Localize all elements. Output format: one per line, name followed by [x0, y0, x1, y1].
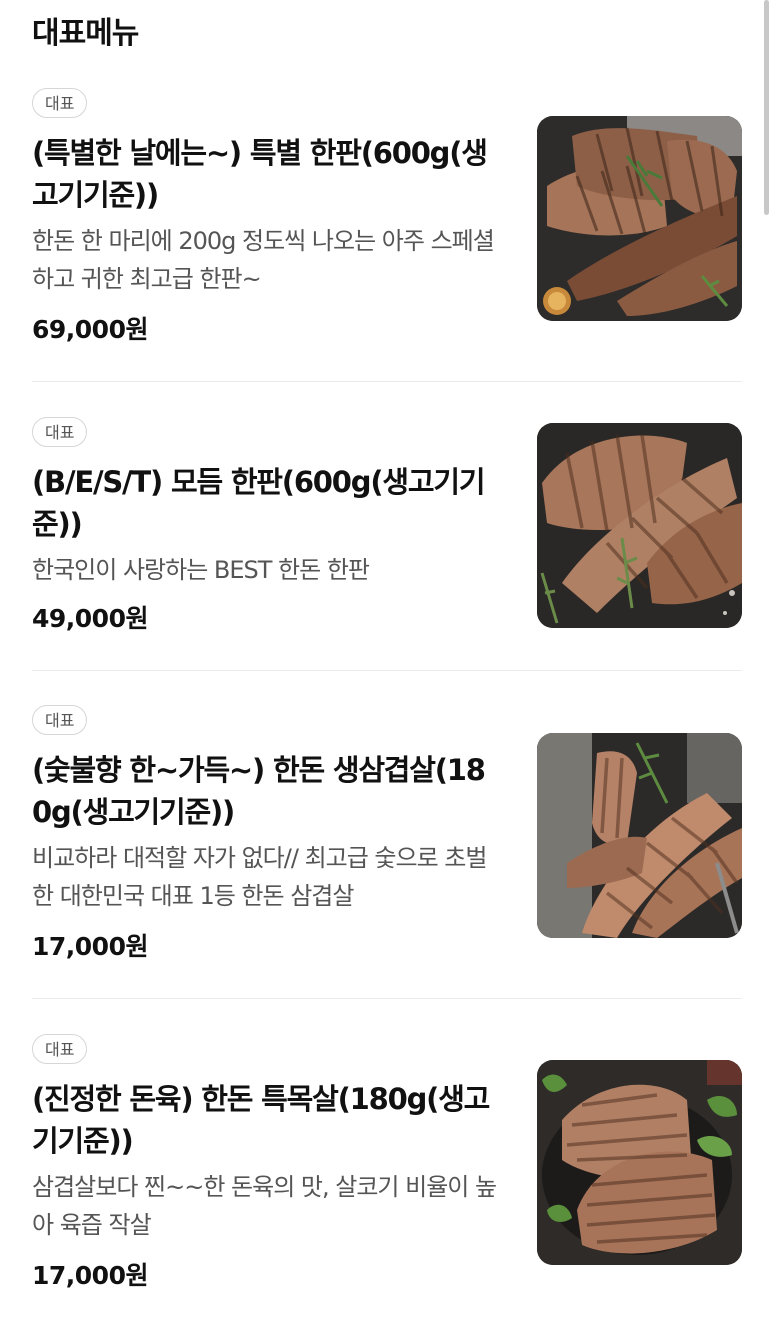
- menu-item-description: 삼겹살보다 찐~~한 돈육의 맛, 살코기 비율이 높아 육즙 작살: [32, 1173, 497, 1239]
- menu-item-description: 한돈 한 마리에 200g 정도씩 나오는 아주 스페셜하고 귀한 최고급 한판…: [32, 227, 495, 293]
- signature-badge: 대표: [32, 417, 88, 447]
- menu-item-name: (숯불향 한~가득~) 한돈 생삼겹살(180g(생고기기준)): [32, 753, 486, 829]
- menu-item-name: (B/E/S/T) 모듬 한판(600g(생고기기준)): [32, 465, 486, 541]
- menu-item-photo[interactable]: [537, 423, 742, 628]
- menu-item-price: 49,000원: [32, 604, 148, 633]
- menu-item-name: (진정한 돈육) 한돈 특목살(180g(생고기기준)): [32, 1082, 490, 1158]
- divider: [32, 670, 742, 671]
- menu-item-photo[interactable]: [537, 116, 742, 321]
- menu-item-photo[interactable]: [537, 733, 742, 938]
- divider: [32, 381, 742, 382]
- divider: [32, 998, 742, 999]
- menu-item-photo[interactable]: [537, 1060, 742, 1265]
- menu-item-price: 17,000원: [32, 932, 148, 961]
- menu-item-description: 한국인이 사랑하는 BEST 한돈 한판: [32, 556, 370, 584]
- signature-badge: 대표: [32, 1034, 88, 1064]
- menu-item[interactable]: 대표 (특별한 날에는~) 특별 한판(600g(생고기기준)) 한돈 한 마리…: [32, 88, 742, 388]
- menu-item[interactable]: 대표 (숯불향 한~가득~) 한돈 생삼겹살(180g(생고기기준)) 비교하라…: [32, 705, 742, 1005]
- scrollbar-thumb[interactable]: [764, 0, 769, 215]
- menu-item[interactable]: 대표 (B/E/S/T) 모듬 한판(600g(생고기기준)) 한국인이 사랑하…: [32, 417, 742, 717]
- grilled-pork-belly-photo-icon: [537, 733, 742, 938]
- menu-item-price: 69,000원: [32, 315, 148, 344]
- signature-badge: 대표: [32, 88, 88, 118]
- section-title: 대표메뉴: [32, 16, 139, 51]
- menu-item-description: 비교하라 대적할 자가 없다// 최고급 숯으로 초벌한 대한민국 대표 1등 …: [32, 844, 487, 910]
- grilled-pork-neck-photo-icon: [537, 1060, 742, 1265]
- menu-item[interactable]: 대표 (진정한 돈육) 한돈 특목살(180g(생고기기준)) 삼겹살보다 찐~…: [32, 1034, 742, 1334]
- grilled-pork-platter-photo-icon: [537, 116, 742, 321]
- menu-item-name: (특별한 날에는~) 특별 한판(600g(생고기기준)): [32, 136, 488, 212]
- signature-badge: 대표: [32, 705, 88, 735]
- menu-item-price: 17,000원: [32, 1261, 148, 1290]
- grilled-pork-platter-photo-icon: [537, 423, 742, 628]
